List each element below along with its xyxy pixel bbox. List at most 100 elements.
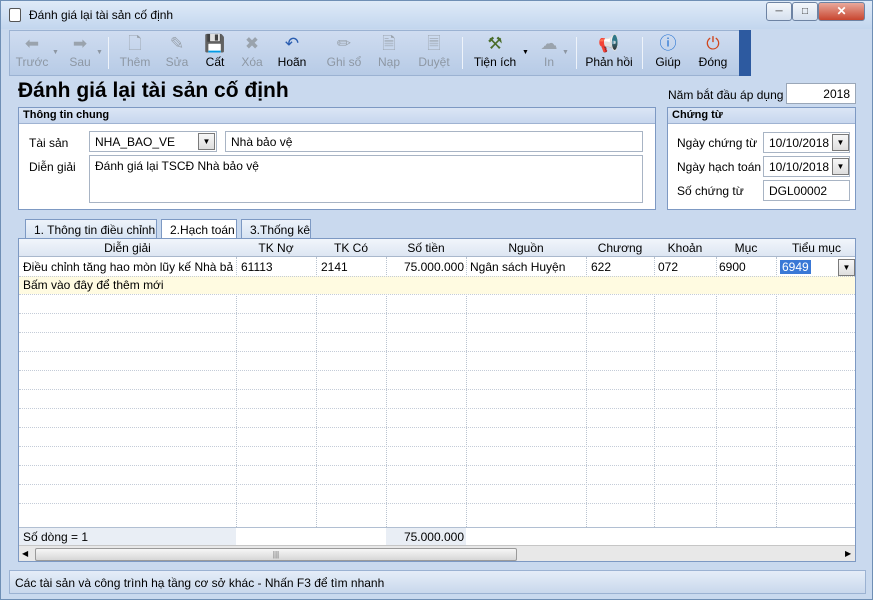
debit-account-cell[interactable]: 61113 bbox=[241, 260, 273, 274]
tab-statistics[interactable]: 3.Thống kê bbox=[241, 219, 311, 239]
chevron-down-icon[interactable]: ▼ bbox=[562, 49, 569, 56]
close-button[interactable]: ⏻ Đóng bbox=[696, 33, 730, 73]
section-cell[interactable]: 072 bbox=[658, 260, 678, 274]
grid-divider bbox=[19, 370, 855, 371]
help-icon: ⓘ bbox=[659, 34, 677, 53]
grid-divider bbox=[19, 446, 855, 447]
grid-divider bbox=[19, 294, 855, 295]
app-window: Đánh giá lại tài sản cố định ─ □ ✕ ⬅ Trư… bbox=[0, 0, 873, 600]
tab-adjustment-info[interactable]: 1. Thông tin điều chỉnh bbox=[25, 219, 157, 239]
column-header[interactable]: TK Có bbox=[316, 241, 386, 255]
scroll-right-icon[interactable]: ▶ bbox=[845, 549, 851, 558]
year-input[interactable]: 2018 bbox=[786, 83, 856, 104]
source-cell[interactable]: Ngân sách Huyện bbox=[470, 260, 565, 274]
posting-date-label: Ngày hạch toán bbox=[677, 160, 762, 174]
delete-button[interactable]: ✖ Xóa bbox=[236, 33, 268, 73]
grid-divider bbox=[19, 276, 855, 277]
grid-divider bbox=[386, 257, 387, 537]
arrow-left-icon: ⬅ bbox=[24, 34, 40, 53]
column-header[interactable]: Số tiền bbox=[386, 241, 466, 255]
minimize-button[interactable]: ─ bbox=[766, 2, 792, 21]
feedback-button[interactable]: 📢 Phản hồi bbox=[584, 33, 634, 73]
floppy-disk-icon: 💾 bbox=[204, 34, 226, 53]
grid-divider bbox=[19, 484, 855, 485]
credit-account-cell[interactable]: 2141 bbox=[321, 260, 348, 274]
arrow-right-icon: ➡ bbox=[72, 34, 88, 53]
power-icon: ⏻ bbox=[706, 34, 720, 53]
description-field[interactable]: Đánh giá lại TSCĐ Nhà bảo vệ bbox=[89, 155, 643, 203]
column-header[interactable]: Chương bbox=[586, 241, 654, 255]
load-button[interactable]: 🗎 Nạp bbox=[374, 33, 404, 73]
general-info-group: Thông tin chung Tài sản NHA_BAO_VE ▼ Nhà… bbox=[18, 107, 656, 210]
edit-button[interactable]: ✎ Sửa bbox=[160, 33, 194, 73]
undo-button[interactable]: ↶ Hoãn bbox=[274, 33, 310, 73]
grid-divider bbox=[19, 351, 855, 352]
add-button[interactable]: 🗋 Thêm bbox=[116, 33, 154, 73]
asset-name-field[interactable]: Nhà bảo vệ bbox=[225, 131, 643, 152]
help-button[interactable]: ⓘ Giúp bbox=[650, 33, 686, 73]
item-cell[interactable]: 6900 bbox=[719, 260, 746, 274]
toolbar-overflow-button[interactable] bbox=[739, 30, 751, 76]
grid-divider bbox=[19, 332, 855, 333]
column-header[interactable]: Tiểu mục bbox=[776, 241, 855, 255]
column-header[interactable]: Diễn giải bbox=[19, 241, 236, 255]
grid-divider bbox=[586, 257, 587, 537]
sub-item-cell[interactable]: 6949 bbox=[780, 260, 811, 274]
chevron-down-icon[interactable]: ▼ bbox=[198, 133, 215, 150]
toolbar-divider bbox=[108, 37, 109, 69]
scroll-thumb[interactable]: ||| bbox=[35, 548, 517, 561]
chevron-down-icon[interactable]: ▼ bbox=[96, 49, 103, 56]
toolbar-divider bbox=[642, 37, 643, 69]
approve-button[interactable]: 🗏 Duyệt bbox=[414, 33, 454, 73]
asset-label: Tài sản bbox=[29, 136, 69, 150]
year-label: Năm bắt đầu áp dụng bbox=[668, 88, 784, 102]
description-cell[interactable]: Điều chỉnh tăng hao mòn lũy kế Nhà bả... bbox=[23, 260, 233, 274]
new-document-icon: 🗋 bbox=[128, 34, 142, 53]
column-header[interactable]: TK Nợ bbox=[236, 241, 316, 255]
page-title: Đánh giá lại tài sản cố định bbox=[18, 79, 289, 102]
window-title: Đánh giá lại tài sản cố định bbox=[29, 8, 174, 22]
chevron-down-icon[interactable]: ▼ bbox=[832, 158, 849, 175]
save-button[interactable]: 💾 Cất bbox=[200, 33, 230, 73]
utilities-button[interactable]: ⚒ Tiện ích bbox=[470, 33, 520, 73]
title-bar: Đánh giá lại tài sản cố định ─ □ ✕ bbox=[1, 1, 872, 29]
next-button[interactable]: ➡ Sau bbox=[62, 33, 98, 73]
chevron-down-icon[interactable]: ▼ bbox=[52, 49, 59, 56]
scroll-left-icon[interactable]: ◀ bbox=[22, 549, 28, 558]
document-icon bbox=[9, 8, 21, 22]
total-amount: 75.000.000 bbox=[403, 530, 464, 544]
chevron-down-icon[interactable]: ▼ bbox=[838, 259, 855, 276]
post-button[interactable]: ✏ Ghi sổ bbox=[324, 33, 364, 73]
voucher-date-label: Ngày chứng từ bbox=[677, 136, 758, 150]
grid-divider bbox=[466, 257, 467, 537]
column-header[interactable]: Mục bbox=[716, 241, 776, 255]
amount-cell[interactable]: 75.000.000 bbox=[386, 260, 464, 274]
column-header[interactable]: Khoản bbox=[654, 241, 716, 255]
description-label: Diễn giải bbox=[29, 160, 76, 174]
chapter-cell[interactable]: 622 bbox=[591, 260, 611, 274]
print-button[interactable]: ☁ In bbox=[536, 33, 562, 73]
prev-button[interactable]: ⬅ Trước bbox=[12, 33, 52, 73]
grid-divider bbox=[19, 408, 855, 409]
horizontal-scrollbar[interactable]: ◀ ||| ▶ bbox=[19, 545, 855, 561]
edit-document-icon: ✎ bbox=[169, 34, 185, 53]
footer-blank-cell bbox=[236, 528, 386, 545]
grid-divider bbox=[236, 257, 237, 537]
voucher-number-label: Số chứng từ bbox=[677, 184, 744, 198]
row-count: Số dòng = 1 bbox=[23, 530, 89, 544]
grid-divider bbox=[19, 427, 855, 428]
chevron-down-icon[interactable]: ▼ bbox=[832, 134, 849, 151]
maximize-button[interactable]: □ bbox=[792, 2, 818, 21]
toolbar-divider bbox=[576, 37, 577, 69]
grid-divider bbox=[19, 389, 855, 390]
column-header[interactable]: Nguồn bbox=[466, 241, 586, 255]
undo-icon: ↶ bbox=[284, 34, 300, 53]
close-window-button[interactable]: ✕ bbox=[818, 2, 865, 21]
tab-accounting[interactable]: 2.Hạch toán bbox=[161, 219, 237, 240]
voucher-number-field[interactable]: DGL00002 bbox=[763, 180, 850, 201]
grid-header: Diễn giải TK Nợ TK Có Số tiền Nguồn Chươ… bbox=[19, 239, 855, 257]
megaphone-icon: 📢 bbox=[598, 34, 620, 53]
add-new-row[interactable]: Bấm vào đây để thêm mới bbox=[19, 276, 855, 294]
chevron-down-icon[interactable]: ▼ bbox=[522, 49, 529, 56]
grid-divider bbox=[776, 257, 777, 537]
